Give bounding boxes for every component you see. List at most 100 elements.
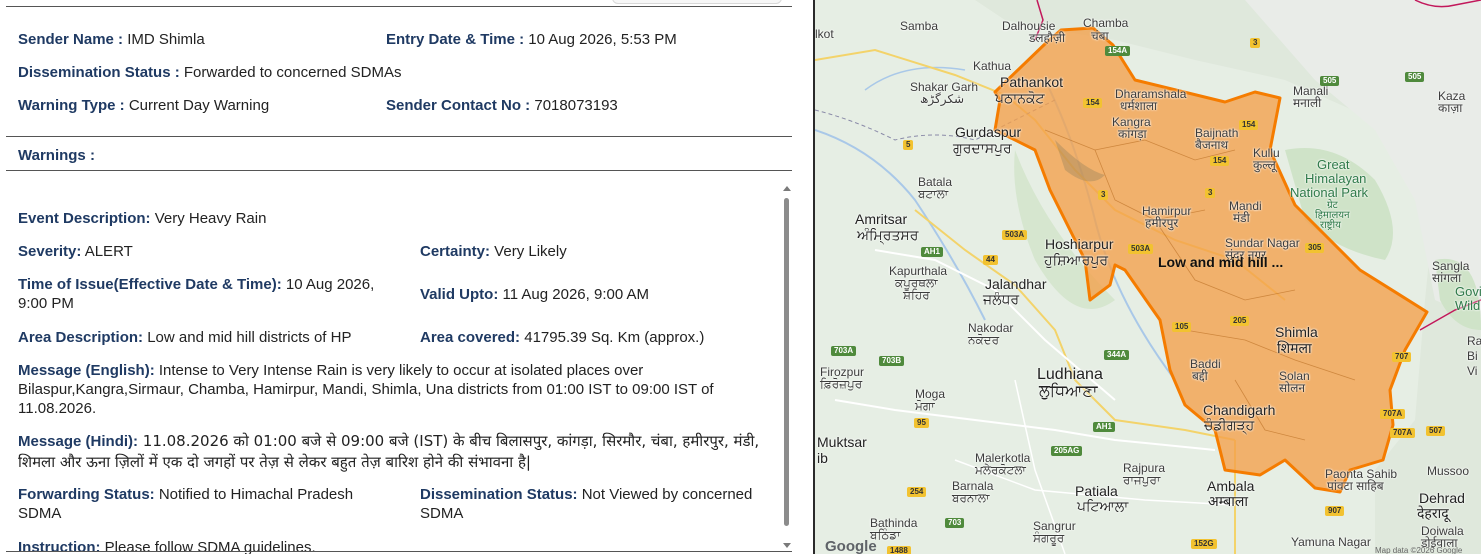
map-attribution[interactable]: Map data ©2026 Google <box>1375 546 1462 554</box>
warning-type-value: Current Day Warning <box>124 97 270 114</box>
place-ghnp-3: National Park <box>1290 185 1369 200</box>
google-logo: Google <box>825 538 877 554</box>
divider-bottom <box>6 551 792 552</box>
place-kullu-hi: कुल्लू <box>1253 158 1276 172</box>
road-shield: 3 <box>1098 190 1109 200</box>
place-nakodar-pa: ਨਕੋਦਰ <box>968 333 1000 347</box>
sender-name-value: IMD Shimla <box>123 31 205 48</box>
place-edge-2: Bi <box>1467 349 1478 363</box>
road-shield: 44 <box>983 255 998 265</box>
place-moga-pa: ਮੋਗਾ <box>915 399 935 413</box>
place-malerkotla-pa: ਮਲੇਰਕੋਟਲਾ <box>975 463 1026 477</box>
valid-upto: Valid Upto: 11 Aug 2026, 9:00 AM <box>420 286 650 303</box>
sender-name-row: Sender Name : IMD Shimla <box>18 30 205 49</box>
road-shield: 503A <box>1128 244 1154 254</box>
place-kapurthala-pa-2: ਸ਼ਹਿਰ <box>903 288 930 302</box>
scroll-down-arrow-icon[interactable] <box>783 543 791 548</box>
message-english: Message (English): Intense to Very Inten… <box>18 362 714 417</box>
road-shield: 344A <box>1104 350 1130 360</box>
certainty: Certainty: Very Likely <box>420 243 567 260</box>
road-shield: 154 <box>1083 98 1103 108</box>
place-solan-hi: सोलन <box>1279 381 1306 395</box>
place-ghnp-1: Great <box>1317 157 1350 172</box>
place-muktsar: Muktsar <box>817 434 867 450</box>
place-amritsar: Amritsar <box>855 211 908 227</box>
place-ghnp-hi-3: राष्ट्रीय <box>1320 220 1341 231</box>
road-shield: 1488 <box>887 546 911 554</box>
dissemination-status-2: Dissemination Status: Not Viewed by conc… <box>420 486 753 522</box>
severity: Severity: ALERT <box>18 243 133 260</box>
place-dehradun-hi: देहरादू <box>1417 505 1449 521</box>
road-shield: 707A <box>1380 409 1406 419</box>
road-shield: 205 <box>1230 316 1250 326</box>
place-govind-1: Govin <box>1455 284 1481 299</box>
divider-warnings <box>6 170 792 171</box>
place-amritsar-pa: ਅੰਮ੍ਰਿਤਸਰ <box>857 227 919 243</box>
dissemination-label: Dissemination Status : <box>18 64 180 81</box>
warning-map[interactable]: lkot Samba Dalhousie डलहौज़ी Chamba चंबा… <box>815 0 1481 554</box>
place-hoshiarpur-pa: ਹੁਸ਼ਿਆਰਪੁਰ <box>1044 252 1109 268</box>
place-paonta-hi: पांवटा साहिब <box>1327 479 1384 493</box>
place-ambala-hi: अम्बाला <box>1208 493 1248 509</box>
place-kangra-hi: कांगड़ा <box>1118 127 1147 141</box>
place-rajpura-pa: ਰਾਜਪੁਰਾ <box>1123 473 1161 487</box>
top-control[interactable] <box>612 0 782 4</box>
place-chandigarh: Chandigarh <box>1203 402 1276 418</box>
place-govind-2: Wildl <box>1455 298 1481 313</box>
road-shield: 205AG <box>1051 446 1083 456</box>
event-description: Event Description: Very Heavy Rain <box>18 210 267 227</box>
place-ludhiana-pa: ਲੁਧਿਆਣਾ <box>1039 383 1098 400</box>
place-mussoorie: Mussoo <box>1427 464 1470 478</box>
place-shakargarh-ur: شکرگڑھ <box>920 92 965 106</box>
scroll-up-arrow-icon[interactable] <box>783 186 791 191</box>
road-shield: 703A <box>831 346 857 356</box>
place-sangrur-pa: ਸੰਗਰੂਰ <box>1033 531 1065 545</box>
place-hoshiarpur: Hoshiarpur <box>1045 236 1114 252</box>
road-shield: 154 <box>1210 156 1230 166</box>
road-shield: 703 <box>945 518 965 528</box>
scroll-thumb[interactable] <box>784 198 789 526</box>
place-ambala: Ambala <box>1207 478 1255 494</box>
place-sialkot: lkot <box>815 27 834 41</box>
scrollbar[interactable] <box>781 186 793 554</box>
dissemination-row: Dissemination Status : Forwarded to conc… <box>18 63 401 82</box>
entry-date-label: Entry Date & Time : <box>386 31 525 48</box>
road-shield: 254 <box>907 487 927 497</box>
road-shield: 305 <box>1305 243 1325 253</box>
place-gurdaspur-pa: ਗੁਰਦਾਸਪੁਰ <box>953 140 1012 156</box>
road-shield: 503A <box>1002 230 1028 240</box>
dissemination-value: Forwarded to concerned SDMAs <box>179 64 402 81</box>
road-shield: 3 <box>1250 38 1261 48</box>
place-dharamshala-hi: धर्मशाला <box>1120 99 1158 113</box>
entry-date-value: 10 Aug 2026, 5:53 PM <box>524 31 677 48</box>
place-mandi-hi: मंडी <box>1233 211 1250 225</box>
place-firozpur-pa: ਫ਼ਿਰੋਜ਼ਪੁਰ <box>820 377 863 391</box>
warnings-heading: Warnings : <box>18 147 95 164</box>
divider-top <box>6 6 792 7</box>
road-shield: 152G <box>1191 539 1217 549</box>
time-of-issue: Time of Issue(Effective Date & Time): 10… <box>18 276 375 312</box>
place-gurdaspur: Gurdaspur <box>955 124 1022 140</box>
place-batala-pa: ਬਟਾਲਾ <box>918 187 949 201</box>
place-pathankot: Pathankot <box>1000 74 1064 90</box>
road-shield: 154 <box>1239 120 1259 130</box>
place-shimla-hi: शिमला <box>1277 340 1312 356</box>
place-shimla: Shimla <box>1275 324 1318 340</box>
place-pathankot-pa: ਪਠਾਨਕੋਟ <box>995 90 1045 106</box>
road-shield: 95 <box>914 418 929 428</box>
road-shield: AH1 <box>921 247 944 257</box>
warning-area-label[interactable]: Low and mid hill ... <box>1158 254 1283 270</box>
area-description: Area Description: Low and mid hill distr… <box>18 329 352 346</box>
place-jalandhar: Jalandhar <box>985 276 1047 292</box>
road-shield: 154A <box>1105 46 1131 56</box>
place-patiala-pa: ਪਟਿਆਲਾ <box>1077 498 1129 514</box>
road-shield: 703B <box>879 356 905 366</box>
road-shield: 505 <box>1320 76 1340 86</box>
road-shield: 707 <box>1392 352 1412 362</box>
road-shield: 907 <box>1325 506 1345 516</box>
place-chandigarh-pa: ਚੰਡੀਗੜ੍ਹ <box>1204 417 1255 433</box>
warning-type-label: Warning Type : <box>18 97 125 114</box>
place-kaza-hi: काज़ा <box>1438 101 1463 115</box>
forwarding-status: Forwarding Status: Notified to Himachal … <box>18 486 354 522</box>
warnings-scroll-area[interactable]: Event Description: Very Heavy Rain Sever… <box>6 184 794 554</box>
